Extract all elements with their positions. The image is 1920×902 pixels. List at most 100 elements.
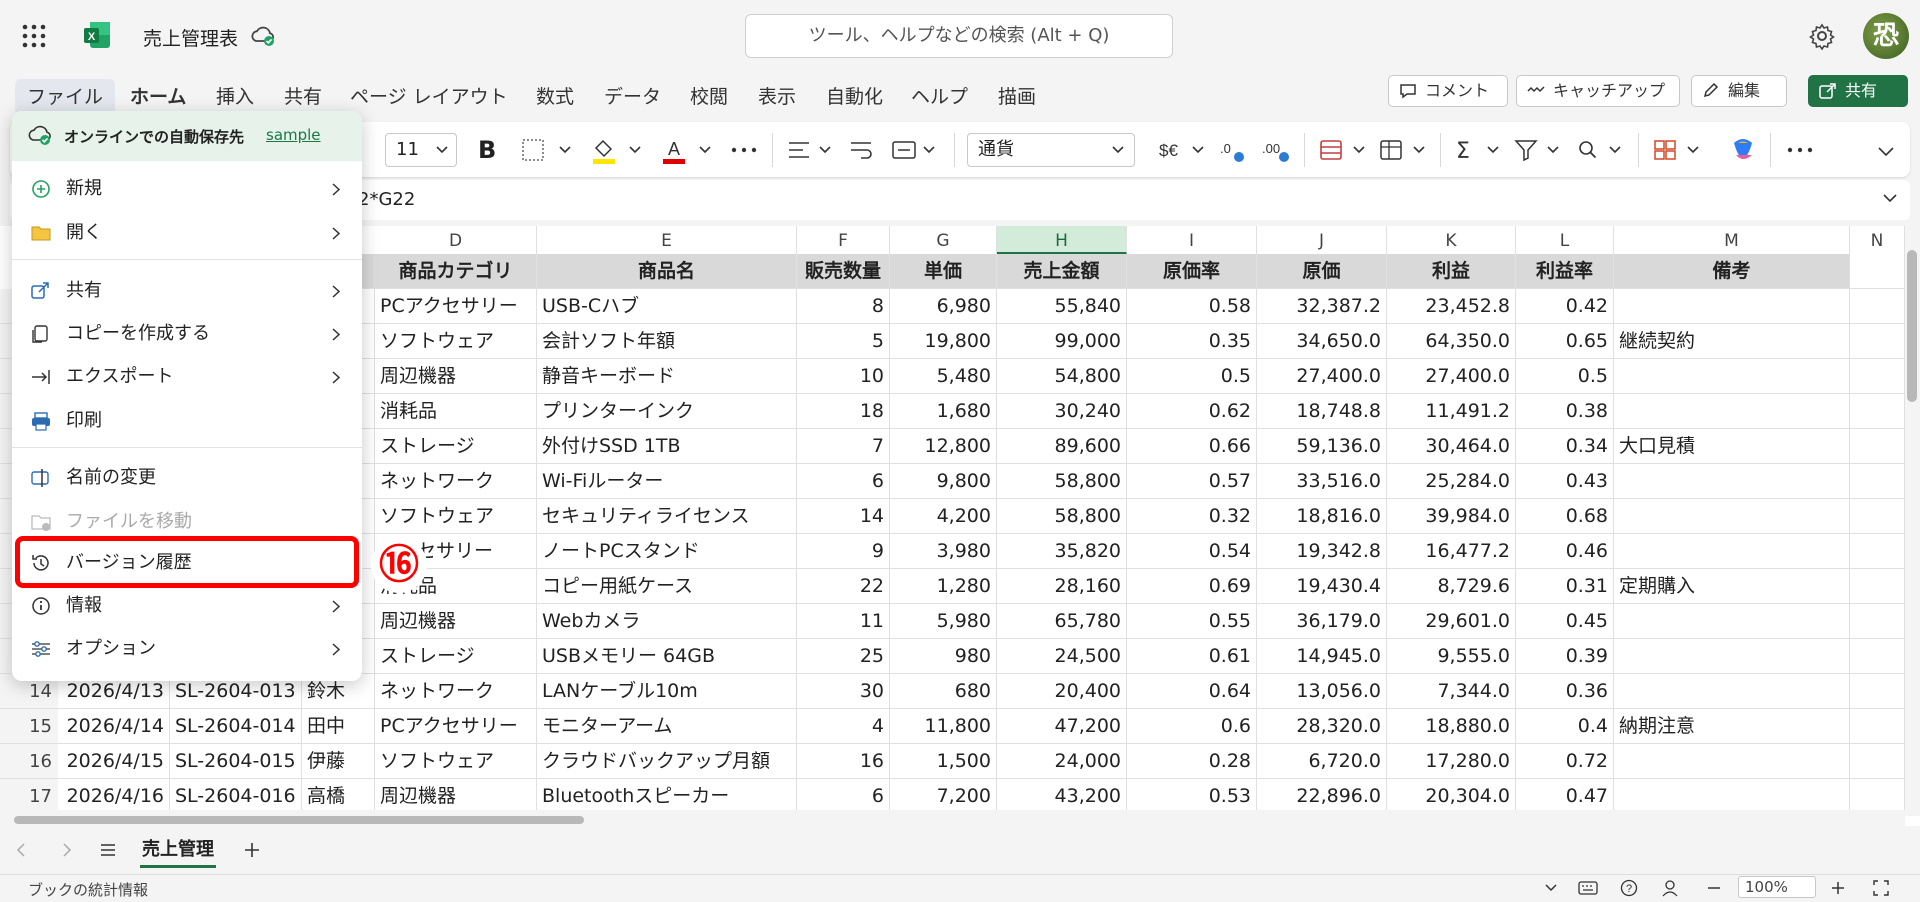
conditional-format-icon[interactable] (1318, 133, 1370, 167)
collapse-ribbon-icon[interactable] (1874, 133, 1898, 167)
table-cell[interactable] (1614, 499, 1850, 534)
table-cell[interactable]: 0.47 (1516, 779, 1614, 814)
table-cell[interactable]: SL-2604-016 (170, 779, 302, 814)
table-cell[interactable]: 47,200 (997, 709, 1127, 744)
table-cell[interactable]: 28,320.0 (1257, 709, 1387, 744)
table-cell[interactable]: 0.54 (1127, 534, 1257, 569)
table-header-cell[interactable]: 商品名 (537, 254, 797, 289)
column-header-k[interactable]: K (1387, 226, 1516, 254)
table-cell[interactable]: ソフトウェア (375, 499, 537, 534)
search-input[interactable]: ツール、ヘルプなどの検索 (Alt + Q) (745, 14, 1173, 58)
cloud-saved-icon[interactable] (250, 25, 276, 47)
table-cell[interactable]: 11,800 (890, 709, 997, 744)
autosave-location-link[interactable]: sample (266, 126, 321, 144)
table-cell[interactable]: 19,430.4 (1257, 569, 1387, 604)
table-cell[interactable]: 0.35 (1127, 324, 1257, 359)
table-cell[interactable]: 9,800 (890, 464, 997, 499)
table-cell[interactable]: 4,200 (890, 499, 997, 534)
table-cell[interactable]: 0.5 (1127, 359, 1257, 394)
autosum-icon[interactable]: Σ (1452, 133, 1504, 167)
table-cell[interactable]: 27,400.0 (1387, 359, 1516, 394)
table-cell[interactable]: 0.72 (1516, 744, 1614, 779)
table-cell[interactable]: プリンターインク (537, 394, 797, 429)
sheet-tab-active[interactable]: 売上管理 (130, 832, 226, 868)
table-cell[interactable]: 伊藤 (302, 744, 375, 779)
copilot-icon[interactable] (1728, 133, 1758, 167)
tab-formulas[interactable]: 数式 (524, 79, 586, 115)
table-cell[interactable]: 定期購入 (1614, 569, 1850, 604)
table-cell[interactable]: 30,240 (997, 394, 1127, 429)
table-cell[interactable]: 0.69 (1127, 569, 1257, 604)
table-cell[interactable]: 7 (797, 429, 890, 464)
zoom-select[interactable]: 100% (1738, 876, 1816, 898)
table-cell[interactable]: Webカメラ (537, 604, 797, 639)
table-cell[interactable] (1850, 779, 1905, 814)
column-header-h[interactable]: H (997, 226, 1127, 254)
table-cell[interactable]: 0.66 (1127, 429, 1257, 464)
decrease-decimal-icon[interactable]: .0 (1218, 133, 1248, 167)
menu-item-rename[interactable]: 名前の変更 (12, 458, 362, 498)
column-header-i[interactable]: I (1127, 226, 1257, 254)
table-cell[interactable]: 65,780 (997, 604, 1127, 639)
table-cell[interactable] (1850, 709, 1905, 744)
table-cell[interactable]: 11,491.2 (1387, 394, 1516, 429)
table-cell[interactable] (1850, 429, 1905, 464)
row-number[interactable]: 17 (0, 779, 58, 814)
table-cell[interactable]: 28,160 (997, 569, 1127, 604)
table-cell[interactable]: 大口見積 (1614, 429, 1850, 464)
table-cell[interactable]: 10 (797, 359, 890, 394)
table-cell[interactable]: 64,350.0 (1387, 324, 1516, 359)
column-header-f[interactable]: F (797, 226, 890, 254)
table-cell[interactable]: 32,387.2 (1257, 289, 1387, 324)
table-cell[interactable]: 29,601.0 (1387, 604, 1516, 639)
table-cell[interactable]: 5,980 (890, 604, 997, 639)
table-cell[interactable] (1850, 534, 1905, 569)
table-cell[interactable]: 19,800 (890, 324, 997, 359)
table-cell[interactable]: USB-Cハブ (537, 289, 797, 324)
table-cell[interactable]: 7,200 (890, 779, 997, 814)
table-cell[interactable]: SL-2604-015 (170, 744, 302, 779)
table-cell[interactable]: 0.32 (1127, 499, 1257, 534)
tab-view[interactable]: 表示 (746, 79, 808, 115)
table-cell[interactable]: 0.34 (1516, 429, 1614, 464)
table-cell[interactable] (1850, 569, 1905, 604)
table-cell[interactable]: 18,748.8 (1257, 394, 1387, 429)
table-cell[interactable]: 0.5 (1516, 359, 1614, 394)
table-header-cell[interactable]: 商品カテゴリ (375, 254, 537, 289)
table-cell[interactable]: 30 (797, 674, 890, 709)
table-cell[interactable]: 33,516.0 (1257, 464, 1387, 499)
find-icon[interactable] (1574, 133, 1626, 167)
table-cell[interactable]: 納期注意 (1614, 709, 1850, 744)
table-cell[interactable]: 34,650.0 (1257, 324, 1387, 359)
avatar[interactable]: 恐 (1863, 13, 1909, 59)
table-cell[interactable] (1614, 639, 1850, 674)
table-cell[interactable]: 0.53 (1127, 779, 1257, 814)
table-cell[interactable]: 39,984.0 (1387, 499, 1516, 534)
table-cell[interactable]: 5,480 (890, 359, 997, 394)
catchup-button[interactable]: キャッチアップ (1516, 75, 1680, 107)
table-cell[interactable]: 54,800 (997, 359, 1127, 394)
table-cell[interactable]: 継続契約 (1614, 324, 1850, 359)
table-cell[interactable]: USBメモリー 64GB (537, 639, 797, 674)
add-ins-icon[interactable] (1652, 133, 1704, 167)
table-cell[interactable]: 13,056.0 (1257, 674, 1387, 709)
table-cell[interactable] (1850, 604, 1905, 639)
table-cell[interactable] (1850, 289, 1905, 324)
horizontal-scroll-thumb[interactable] (14, 816, 584, 824)
table-cell[interactable]: 0.45 (1516, 604, 1614, 639)
table-cell[interactable]: 2026/4/15 (58, 744, 170, 779)
tab-page-layout[interactable]: ページ レイアウト (338, 79, 520, 115)
table-cell[interactable]: 3,980 (890, 534, 997, 569)
table-cell[interactable]: 6,980 (890, 289, 997, 324)
table-cell[interactable]: 0.62 (1127, 394, 1257, 429)
table-cell[interactable]: 11 (797, 604, 890, 639)
table-cell[interactable]: 会計ソフト年額 (537, 324, 797, 359)
table-cell[interactable] (1850, 639, 1905, 674)
table-cell[interactable]: 0.4 (1516, 709, 1614, 744)
format-table-icon[interactable] (1378, 133, 1430, 167)
table-header-cell[interactable]: 利益率 (1516, 254, 1614, 289)
table-cell[interactable]: 680 (890, 674, 997, 709)
table-cell[interactable]: SL-2604-014 (170, 709, 302, 744)
table-header-cell[interactable]: 単価 (890, 254, 997, 289)
table-cell[interactable]: 18,880.0 (1387, 709, 1516, 744)
